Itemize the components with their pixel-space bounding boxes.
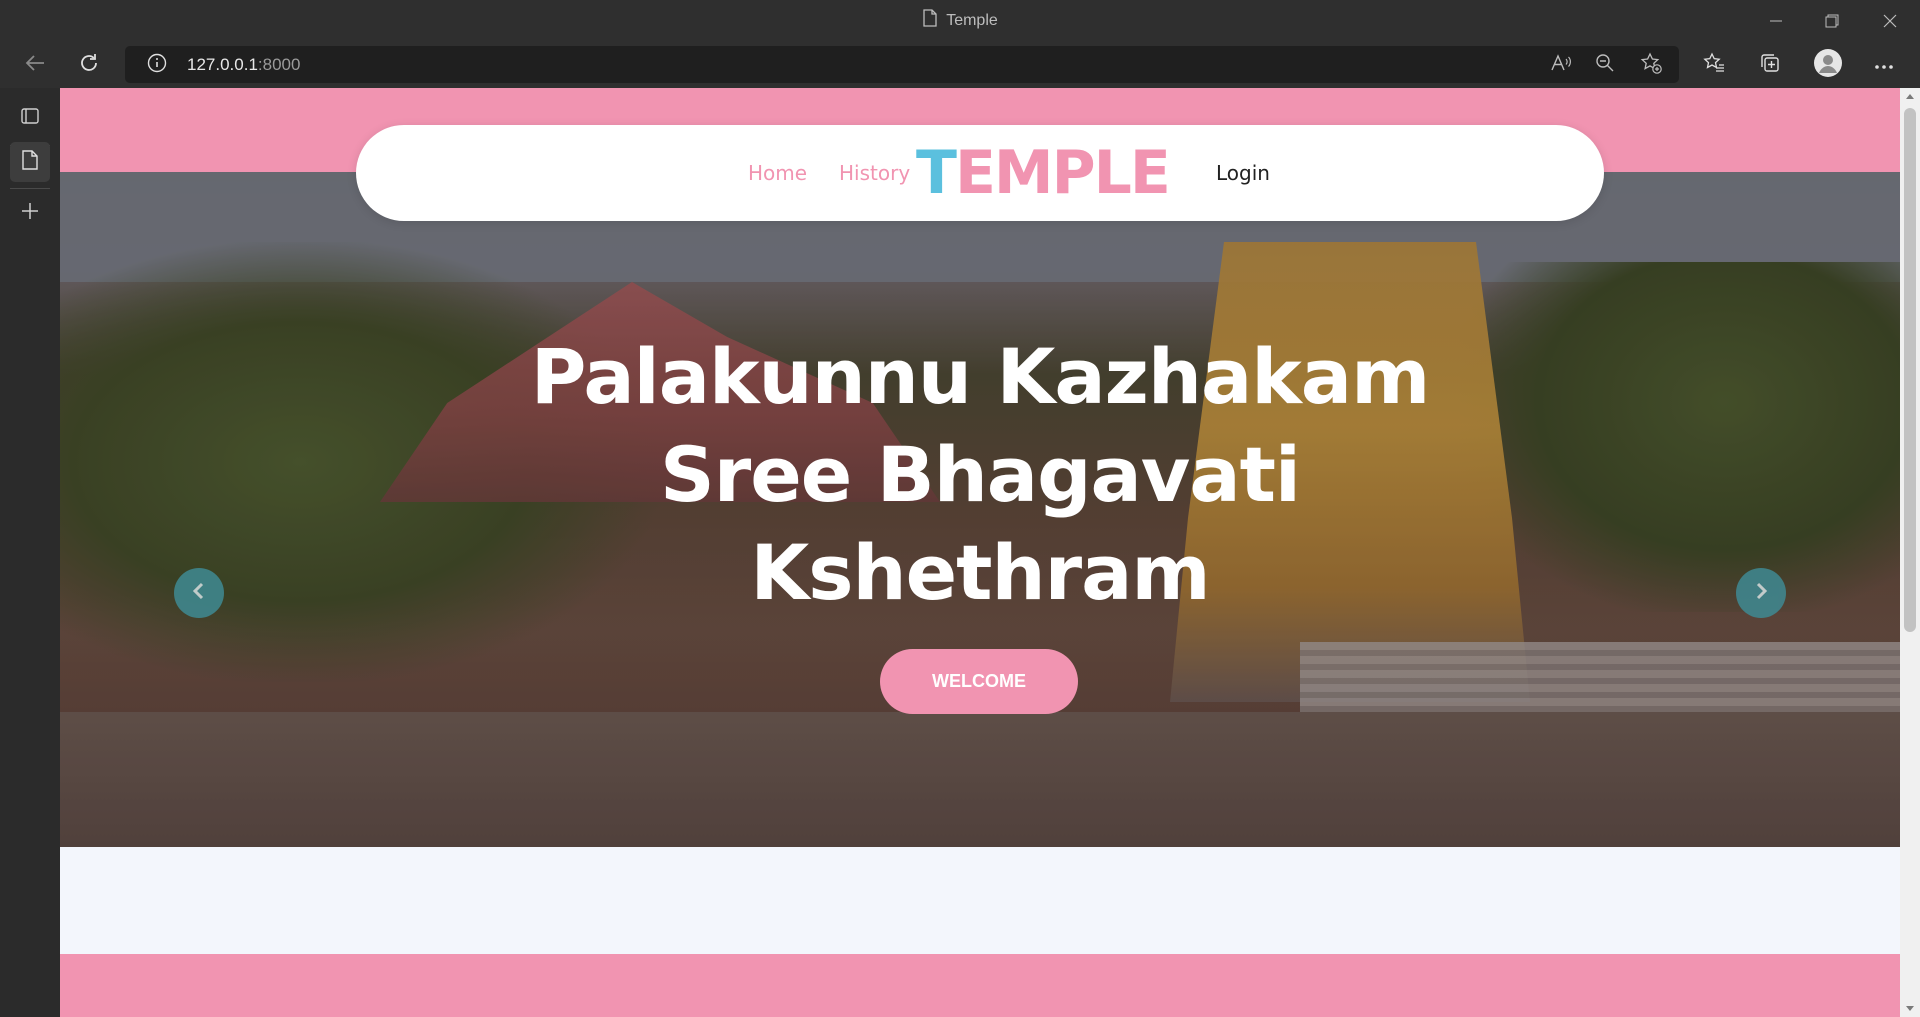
collections-icon [1759,52,1781,78]
nav-history-link[interactable]: History [839,125,910,221]
logo-rest: EMPLE [954,138,1171,208]
favorites-icon [1703,51,1725,78]
hero-title: Palakunnu Kazhakam Sree Bhagavati Ksheth… [430,328,1530,622]
footer-band [60,954,1900,1017]
tab-actions-icon [20,106,40,130]
page-scrollbar[interactable] [1900,88,1920,1017]
zoom-button[interactable] [1587,46,1623,83]
site-info-button[interactable] [145,46,169,83]
profile-icon [1813,48,1843,82]
hero-title-line-3: Kshethram [750,528,1210,617]
refresh-button[interactable] [67,41,111,88]
close-button[interactable] [1862,0,1918,41]
title-bar: Temple [0,0,1920,41]
window-title-text: Temple [946,11,998,29]
url-port: :8000 [257,55,301,74]
profile-button[interactable] [1806,41,1850,88]
site-navbar: Home History TEMPLE Login [356,125,1604,221]
new-tab-button[interactable] [10,193,50,233]
vertical-tabs-sidebar [0,88,60,1017]
url-host: 127.0.0.1 [187,55,258,74]
sidebar-divider-2 [10,188,50,189]
welcome-button[interactable]: WELCOME [880,649,1078,714]
scroll-up-button[interactable] [1900,88,1920,104]
chevron-left-icon [189,581,209,605]
favorites-button[interactable] [1692,41,1736,88]
chevron-right-icon [1751,581,1771,605]
new-tab-icon [20,201,40,225]
settings-more-button[interactable] [1862,41,1906,88]
read-aloud-icon [1550,53,1572,77]
nav-home-link[interactable]: Home [748,125,807,221]
scroll-thumb[interactable] [1904,108,1916,632]
read-aloud-button[interactable] [1543,46,1579,83]
tab-actions-button[interactable] [10,98,50,138]
page-viewport: Palakunnu Kazhakam Sree Bhagavati Ksheth… [60,88,1900,1017]
more-icon [1874,55,1894,74]
site-logo[interactable]: TEMPLE [916,125,1171,221]
collections-button[interactable] [1748,41,1792,88]
vertical-tab-icon [21,150,39,174]
restore-button[interactable] [1804,0,1860,41]
vertical-tab-temple[interactable] [10,142,50,182]
url-text[interactable]: 127.0.0.1:8000 [187,46,300,83]
add-favorite-icon [1640,51,1662,78]
page-icon [922,9,938,32]
back-icon [24,52,46,78]
logo-first-letter: T [916,138,957,208]
add-favorite-button[interactable] [1633,46,1669,83]
window-title: Temple [0,0,1920,41]
back-button[interactable] [13,41,57,88]
zoom-out-icon [1595,53,1615,77]
scroll-down-button[interactable] [1900,1001,1920,1017]
refresh-icon [78,52,100,78]
nav-login-link[interactable]: Login [1216,125,1270,221]
hero-title-line-1: Palakunnu Kazhakam [530,332,1431,421]
carousel-next-button[interactable] [1736,568,1786,618]
carousel-prev-button[interactable] [174,568,224,618]
browser-toolbar: 127.0.0.1:8000 [0,41,1920,88]
hero-title-line-2: Sree Bhagavati [660,430,1301,519]
info-icon [147,53,167,77]
minimize-button[interactable] [1748,0,1804,41]
address-bar[interactable]: 127.0.0.1:8000 [125,46,1679,83]
